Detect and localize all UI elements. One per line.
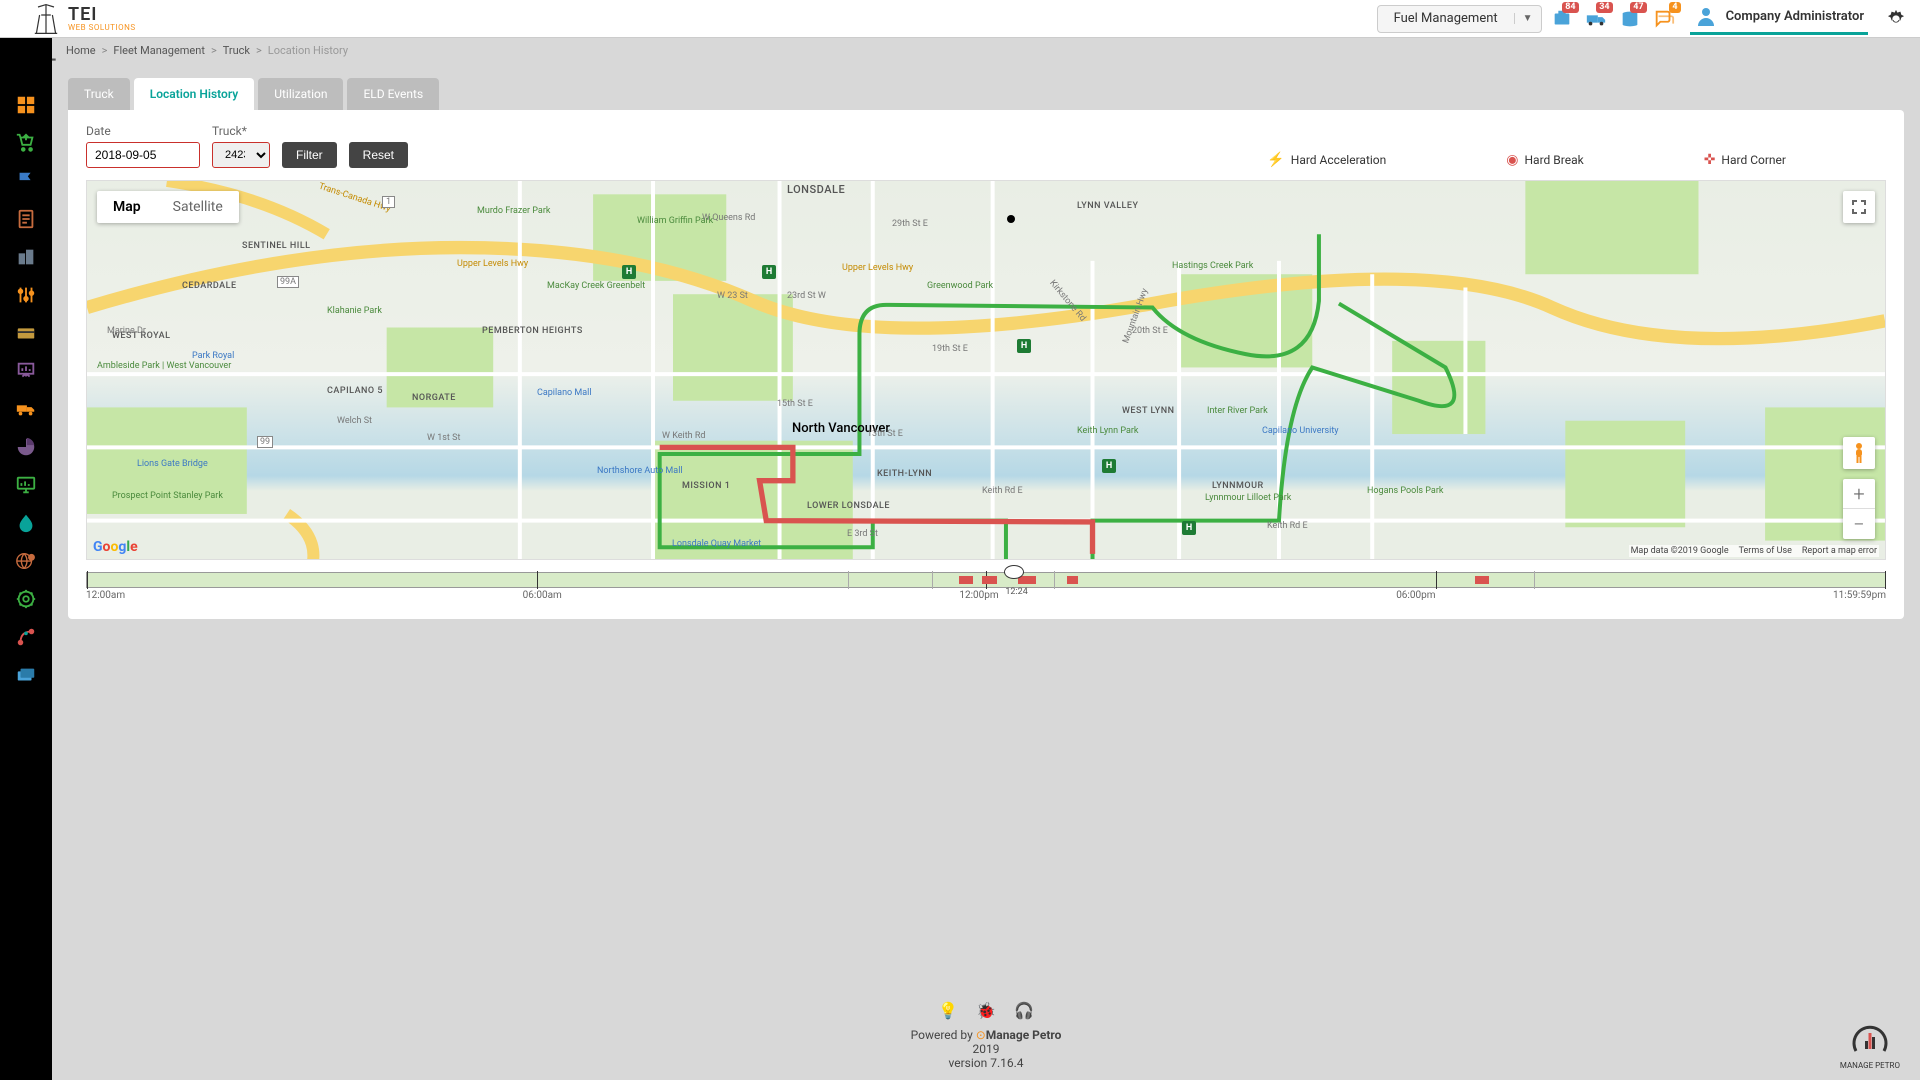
- streetview-button[interactable]: [1843, 437, 1875, 469]
- breadcrumb-fleet[interactable]: Fleet Management: [113, 44, 205, 57]
- map-credits: Map data ©2019 Google Terms of Use Repor…: [1629, 545, 1879, 557]
- tanks-icon[interactable]: 47: [1616, 5, 1644, 33]
- chevron-down-icon: ▼: [1514, 13, 1541, 24]
- hospital-marker[interactable]: H: [762, 265, 776, 279]
- break-icon: ◉: [1506, 152, 1518, 168]
- chat-icon[interactable]: 4: [1650, 5, 1678, 33]
- hospital-marker[interactable]: H: [622, 265, 636, 279]
- sidebar-truck[interactable]: [0, 390, 52, 428]
- timeline-labels: 12:00am 06:00am 12:00pm 06:00pm 11:59:59…: [86, 590, 1886, 601]
- tab-utilization[interactable]: Utilization: [258, 78, 343, 110]
- tab-location-history[interactable]: Location History: [134, 78, 254, 110]
- hospital-marker[interactable]: H: [1017, 339, 1031, 353]
- map-type-map[interactable]: Map: [97, 191, 157, 223]
- tab-truck[interactable]: Truck: [68, 78, 130, 110]
- panel: Date Truck* 242368 Filter Reset ⚡Hard Ac…: [68, 110, 1904, 619]
- event-legend: ⚡Hard Acceleration ◉Hard Break ✜Hard Cor…: [1267, 152, 1886, 168]
- truck-select[interactable]: 242368: [212, 142, 270, 168]
- hospital-marker[interactable]: H: [1182, 521, 1196, 535]
- legend-hard-break: ◉Hard Break: [1506, 152, 1583, 168]
- sidebar-payment[interactable]: [0, 656, 52, 694]
- timeline: 12:24 12:00am 06:00am 12:00pm 06:00pm 11…: [86, 572, 1886, 601]
- trucks-icon[interactable]: 34: [1582, 5, 1610, 33]
- reset-button[interactable]: Reset: [349, 142, 408, 168]
- map-type-toggle: Map Satellite: [97, 191, 239, 223]
- sidebar-monitor[interactable]: [0, 466, 52, 504]
- user-menu[interactable]: Company Administrator: [1690, 2, 1868, 35]
- main-content: Truck Location History Utilization ELD E…: [52, 62, 1920, 1080]
- google-logo: Google: [93, 539, 138, 555]
- hospital-marker[interactable]: H: [1102, 459, 1116, 473]
- sidebar-pie[interactable]: [0, 428, 52, 466]
- logo-icon: [30, 3, 62, 35]
- zoom-control: + −: [1843, 479, 1875, 539]
- avatar-icon: [1694, 4, 1718, 28]
- tanks-badge: 47: [1630, 2, 1646, 13]
- breadcrumb-current: Location History: [268, 44, 348, 57]
- fullscreen-button[interactable]: [1843, 191, 1875, 223]
- accel-icon: ⚡: [1267, 152, 1284, 168]
- date-label: Date: [86, 124, 200, 138]
- sidebar-brain[interactable]: [0, 580, 52, 618]
- sidebar-building[interactable]: [0, 238, 52, 276]
- sidebar-drop[interactable]: [0, 504, 52, 542]
- map-overlay: [87, 181, 1885, 560]
- filter-row: Date Truck* 242368 Filter Reset ⚡Hard Ac…: [86, 124, 1886, 168]
- lightbulb-icon[interactable]: 💡: [938, 1001, 958, 1020]
- timeline-track[interactable]: 12:24: [86, 572, 1886, 588]
- corner-icon: ✜: [1704, 152, 1716, 168]
- user-name: Company Administrator: [1726, 9, 1864, 24]
- sidebar-presentation[interactable]: [0, 352, 52, 390]
- tab-eld-events[interactable]: ELD Events: [347, 78, 439, 110]
- timeline-time-label: 12:24: [1005, 587, 1027, 597]
- legend-hard-corner: ✜Hard Corner: [1704, 152, 1786, 168]
- manage-petro-logo[interactable]: MANAGE PETRO: [1840, 1021, 1900, 1070]
- filter-button[interactable]: Filter: [282, 142, 337, 168]
- sidebar-card[interactable]: [0, 314, 52, 352]
- legend-hard-accel: ⚡Hard Acceleration: [1267, 152, 1386, 168]
- truck-label: Truck*: [212, 124, 270, 138]
- top-header: TEI WEB SOLUTIONS Fuel Management ▼ 84 3…: [0, 0, 1920, 38]
- fullscreen-icon: [1851, 199, 1867, 215]
- timeline-cursor[interactable]: [1004, 565, 1024, 579]
- logo[interactable]: TEI WEB SOLUTIONS: [30, 3, 136, 35]
- route-start-marker[interactable]: [1007, 215, 1015, 223]
- zoom-out-button[interactable]: −: [1843, 509, 1875, 539]
- map-type-satellite[interactable]: Satellite: [157, 191, 239, 223]
- breadcrumb-home[interactable]: Home: [66, 44, 96, 57]
- sidebar-route[interactable]: [0, 618, 52, 656]
- alerts-icon[interactable]: 84: [1548, 5, 1576, 33]
- logo-main-text: TEI: [68, 6, 136, 24]
- settings-button[interactable]: [1882, 5, 1910, 33]
- breadcrumb: Home > Fleet Management > Truck > Locati…: [66, 44, 348, 57]
- module-selector-label: Fuel Management: [1378, 11, 1514, 26]
- sidebar-dashboard[interactable]: [0, 86, 52, 124]
- sidebar-report[interactable]: [0, 200, 52, 238]
- map[interactable]: H H H H H SENTINEL HILL CEDARDALE WEST R…: [86, 180, 1886, 560]
- sidebar-globe[interactable]: [0, 542, 52, 580]
- breadcrumb-bar: Home > Fleet Management > Truck > Locati…: [0, 38, 1920, 62]
- date-input[interactable]: [86, 142, 200, 168]
- tabs: Truck Location History Utilization ELD E…: [68, 78, 1904, 110]
- module-selector[interactable]: Fuel Management ▼: [1377, 5, 1542, 33]
- breadcrumb-truck[interactable]: Truck: [223, 44, 250, 57]
- sidebar-cart[interactable]: [0, 124, 52, 162]
- sidebar-settings[interactable]: [0, 276, 52, 314]
- footer: 💡 🐞 🎧 Powered by ⊙Manage Petro 2019 vers…: [52, 1001, 1920, 1070]
- pegman-icon: [1850, 442, 1868, 464]
- trucks-badge: 34: [1596, 2, 1612, 13]
- chat-badge: 4: [1669, 2, 1680, 13]
- alerts-badge: 84: [1562, 2, 1578, 13]
- sidebar: [0, 38, 52, 1080]
- bug-icon[interactable]: 🐞: [976, 1001, 996, 1020]
- zoom-in-button[interactable]: +: [1843, 479, 1875, 509]
- support-icon[interactable]: 🎧: [1014, 1001, 1034, 1020]
- sidebar-flag[interactable]: [0, 162, 52, 200]
- gear-icon: [1885, 8, 1907, 30]
- logo-sub-text: WEB SOLUTIONS: [68, 24, 136, 32]
